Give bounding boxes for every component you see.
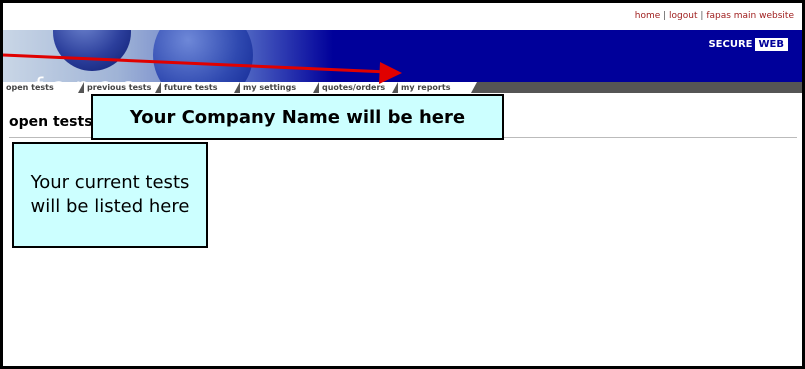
window-frame: home | logout | fapas main website fapas… (0, 0, 805, 369)
current-tests-callout: Your current tests will be listed here (12, 142, 208, 248)
arrow-head-icon (379, 62, 402, 84)
arrow-shaft (3, 53, 388, 74)
red-arrow (3, 53, 402, 84)
